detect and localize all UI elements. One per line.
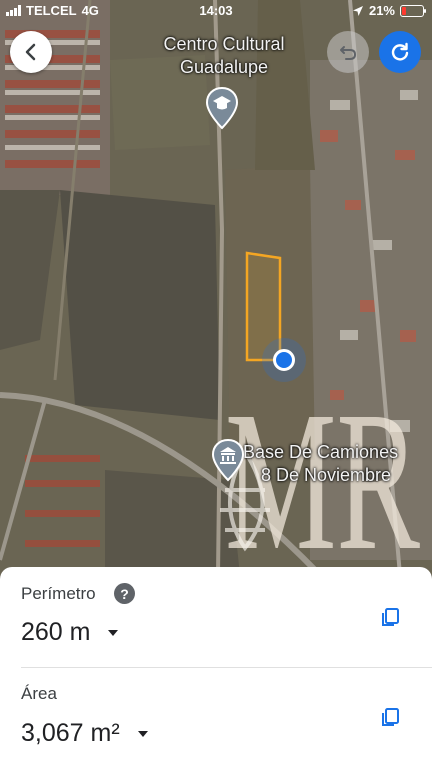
area-label: Área xyxy=(21,684,57,703)
place-name-line: Guadalupe xyxy=(179,57,269,77)
redo-icon xyxy=(391,42,409,61)
redo-button[interactable] xyxy=(379,31,421,73)
battery-icon xyxy=(400,4,426,17)
place-name-line: 8 De Noviembre xyxy=(261,465,392,485)
chevron-down-icon xyxy=(108,629,119,636)
back-arrow-icon xyxy=(25,43,36,61)
copy-perimeter-button[interactable] xyxy=(379,606,401,628)
help-icon[interactable]: ? xyxy=(114,583,135,604)
place-label-base-camiones[interactable]: Base De Camiones 8 De Noviembre xyxy=(243,441,427,487)
place-label-centro-cultural[interactable]: Centro Cultural Guadalupe xyxy=(140,33,308,79)
bus-station-icon[interactable] xyxy=(211,438,245,482)
chevron-down-icon xyxy=(137,730,148,737)
undo-button[interactable] xyxy=(327,31,369,73)
area-value: 3,067 m² xyxy=(21,719,120,747)
perimeter-value: 260 m xyxy=(21,618,91,646)
place-name-line: Centro Cultural xyxy=(163,34,285,54)
graduation-cap-icon[interactable] xyxy=(205,86,239,130)
status-bar: TELCEL 4G 14:03 21% xyxy=(0,0,432,22)
location-arrow-icon xyxy=(352,5,363,16)
perimeter-label: Perímetro xyxy=(21,584,96,603)
back-button[interactable] xyxy=(10,31,52,73)
divider xyxy=(21,667,432,668)
perimeter-unit-selector[interactable]: 260 m xyxy=(21,618,119,647)
area-unit-selector[interactable]: 3,067 m² xyxy=(21,719,148,748)
current-location-dot xyxy=(262,338,306,382)
satellite-map[interactable]: MR Centro Cultural Guadalupe Base De Cam… xyxy=(0,0,432,575)
copy-area-button[interactable] xyxy=(379,706,401,728)
battery-percent: 21% xyxy=(368,3,395,18)
undo-icon xyxy=(340,46,356,60)
place-name-line: Base De Camiones xyxy=(243,442,399,462)
